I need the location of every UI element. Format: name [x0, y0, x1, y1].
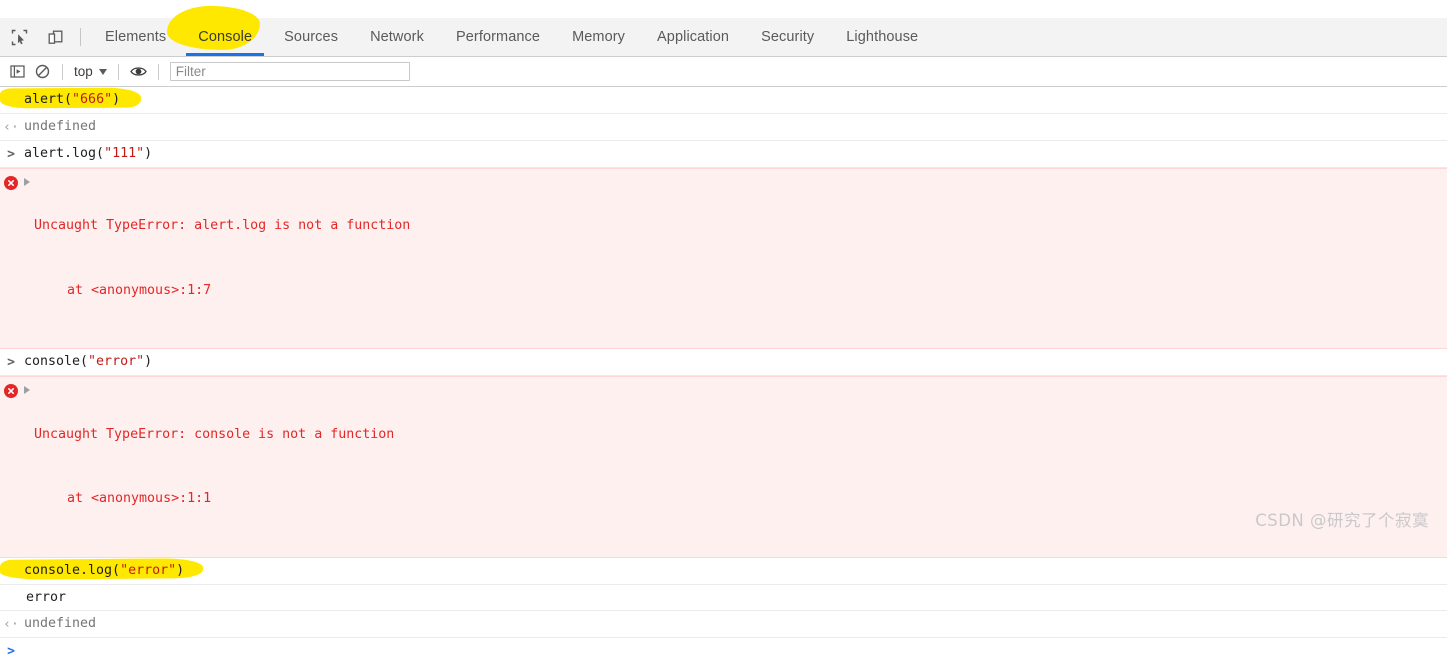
input-arrow-icon: > — [7, 563, 15, 579]
console-toolbar: top — [0, 57, 1447, 87]
result-arrow-gutter: ‹· — [0, 116, 22, 138]
tab-sources[interactable]: Sources — [268, 18, 354, 56]
code-string: "666" — [72, 92, 113, 107]
result-arrow-gutter: ‹· — [0, 613, 22, 635]
code-tail: ) — [144, 354, 153, 370]
top-strip — [0, 0, 1447, 18]
toolbar-divider-1 — [62, 63, 63, 80]
code-tail: ) — [112, 92, 121, 107]
console-input-text: alert("666") — [22, 89, 1447, 111]
tab-performance[interactable]: Performance — [440, 18, 556, 56]
tab-performance-label: Performance — [455, 29, 541, 45]
chevron-down-icon — [98, 68, 107, 75]
tab-security[interactable]: Security — [745, 18, 830, 56]
tab-memory-label: Memory — [572, 29, 626, 45]
panel-tabs: Elements Console Sources Network Perform… — [89, 18, 934, 56]
tab-sources-label: Sources — [284, 29, 339, 45]
toolbar-divider-3 — [157, 63, 159, 80]
console-result-row: ‹· undefined — [0, 114, 1447, 142]
live-expression-eye-icon[interactable] — [126, 61, 151, 83]
input-arrow-gutter: > — [0, 89, 22, 111]
console-message-list: > alert("666") ‹· undefined > alert.log(… — [0, 87, 1447, 664]
input-arrow-gutter: > — [0, 351, 22, 373]
tab-network[interactable]: Network — [354, 18, 440, 56]
error-message: Uncaught TypeError: console is not a fun… — [34, 426, 395, 442]
error-stack-line: at <anonymous>:1:1 — [67, 491, 212, 507]
input-arrow-gutter: > — [0, 560, 22, 582]
result-arrow-icon: ‹· — [3, 120, 19, 136]
filter-input[interactable] — [169, 62, 410, 81]
console-error-content: Uncaught TypeError: console is not a fun… — [22, 380, 1447, 552]
tabbar-tool-icons — [0, 24, 68, 50]
console-prompt-row[interactable]: > — [0, 638, 1447, 664]
result-arrow-icon: ‹· — [3, 617, 19, 633]
error-expand-triangle-icon[interactable] — [24, 178, 30, 187]
error-body: Uncaught TypeError: alert.log is not a f… — [34, 172, 410, 344]
input-arrow-icon: > — [7, 355, 15, 371]
tab-security-label: Security — [761, 29, 815, 45]
console-sidebar-icon[interactable] — [5, 61, 30, 83]
clear-console-icon[interactable] — [30, 61, 55, 83]
execution-context-selector[interactable]: top — [70, 64, 111, 79]
tab-elements[interactable]: Elements — [89, 18, 182, 56]
console-result-text: undefined — [24, 616, 97, 632]
error-stack-line: at <anonymous>:1:7 — [67, 282, 212, 298]
device-toolbar-icon[interactable] — [42, 24, 68, 50]
log-gutter — [0, 587, 22, 588]
console-input-text: console("error") — [22, 351, 1447, 373]
tab-console-label: Console — [198, 29, 253, 45]
console-log-row: error — [0, 585, 1447, 612]
toolbar-divider-2 — [117, 63, 119, 80]
console-input-row[interactable]: > console("error") — [0, 349, 1447, 377]
tab-memory[interactable]: Memory — [556, 18, 641, 56]
prompt-arrow-icon: > — [7, 644, 15, 660]
tab-network-label: Network — [370, 29, 424, 45]
console-input-text: alert.log("111") — [22, 143, 1447, 165]
error-icon-gutter — [0, 380, 22, 399]
tabbar-divider — [80, 28, 81, 46]
execution-context-label: top — [74, 64, 93, 79]
inspect-element-icon[interactable] — [6, 24, 32, 50]
tab-lighthouse[interactable]: Lighthouse — [830, 18, 934, 56]
error-message: Uncaught TypeError: alert.log is not a f… — [34, 218, 411, 234]
code-string: "error" — [88, 354, 145, 370]
console-input-text: console.log("error") — [22, 560, 1447, 582]
console-result-row: ‹· undefined — [0, 611, 1447, 639]
console-error-row[interactable]: Uncaught TypeError: alert.log is not a f… — [0, 168, 1447, 350]
error-circle-icon — [4, 176, 18, 191]
tab-application[interactable]: Application — [641, 18, 745, 56]
console-input-row[interactable]: > alert.log("111") — [0, 141, 1447, 169]
devtools-tabbar: Elements Console Sources Network Perform… — [0, 5, 1447, 57]
console-input-row[interactable]: > console.log("error") — [0, 557, 1447, 585]
prompt-arrow-gutter: > — [0, 640, 22, 662]
console-error-content: Uncaught TypeError: alert.log is not a f… — [22, 172, 1447, 344]
code-string: "error" — [120, 562, 177, 578]
error-icon-gutter — [0, 172, 22, 191]
error-circle-icon — [4, 384, 18, 399]
error-expand-triangle-icon[interactable] — [24, 386, 30, 395]
tab-lighthouse-label: Lighthouse — [846, 29, 919, 45]
code-head: console.log( — [24, 562, 121, 578]
console-result-text: undefined — [24, 119, 97, 135]
tab-application-label: Application — [657, 29, 730, 45]
console-input-row[interactable]: > alert("666") — [0, 87, 1447, 115]
tab-elements-label: Elements — [105, 29, 167, 45]
input-arrow-icon: > — [7, 93, 15, 108]
error-body: Uncaught TypeError: console is not a fun… — [34, 380, 394, 552]
console-log-text: error — [26, 589, 67, 605]
code-tail: ) — [144, 146, 153, 162]
code-head: alert.log( — [24, 146, 105, 162]
code-string: "111" — [104, 146, 145, 162]
console-error-row[interactable]: Uncaught TypeError: console is not a fun… — [0, 376, 1447, 558]
input-arrow-icon: > — [7, 147, 15, 163]
code-head: alert( — [24, 92, 73, 107]
code-tail: ) — [176, 562, 185, 578]
tab-console[interactable]: Console — [182, 18, 268, 56]
code-head: console( — [24, 354, 89, 370]
input-arrow-gutter: > — [0, 143, 22, 165]
